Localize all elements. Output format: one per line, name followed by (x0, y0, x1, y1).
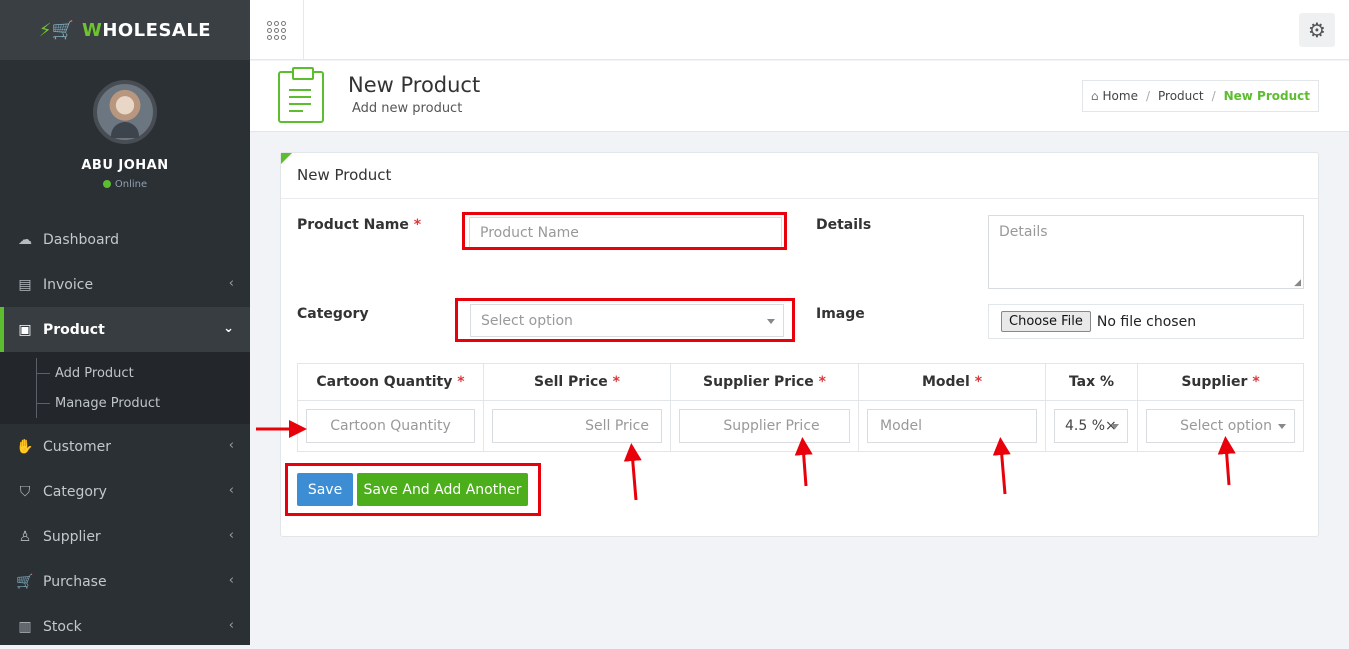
arrow-up-icon (794, 437, 813, 487)
annotation-arrows (256, 420, 1236, 501)
arrow-up-icon (623, 443, 642, 501)
arrow-up-icon (1217, 436, 1236, 486)
arrow-up-icon (992, 437, 1011, 495)
